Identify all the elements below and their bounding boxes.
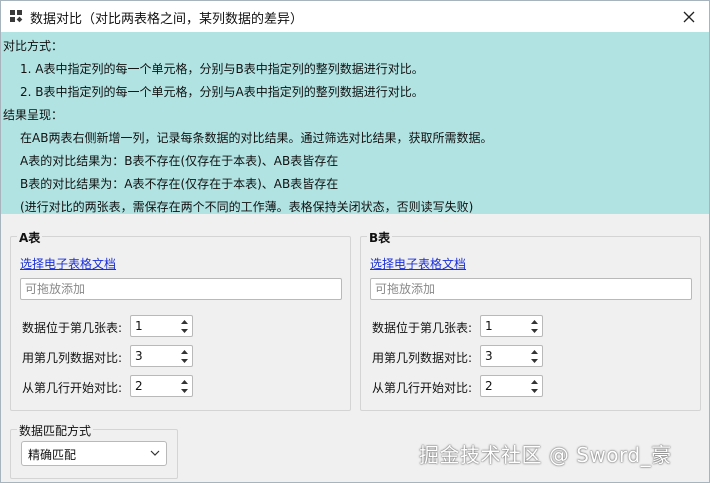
table-b-sheet-up-button[interactable] <box>527 317 541 326</box>
watermark: 掘金技术社区 @ Sword_豪 <box>419 443 672 467</box>
table-b-sheet-stepper[interactable]: 1 <box>480 315 543 337</box>
table-b-column-label: 用第几列数据对比: <box>372 351 473 365</box>
result-line-3: B表的对比结果为：A表不存在(仅存在于本表)、AB表皆存在 <box>20 177 339 191</box>
description-panel: 对比方式： 1. A表中指定列的每一个单元格，分别与B表中指定列的整列数据进行对… <box>1 32 709 214</box>
table-b-drop-input[interactable] <box>370 278 692 300</box>
close-icon <box>683 11 695 22</box>
compare-heading: 对比方式： <box>3 39 64 53</box>
compare-line-1: 1. A表中指定列的每一个单元格，分别与B表中指定列的整列数据进行对比。 <box>20 62 424 76</box>
title-bar: 数据对比（对比两表格之间，某列数据的差异） <box>1 1 709 32</box>
table-a-sheet-label: 数据位于第几张表: <box>22 321 123 335</box>
table-a-sheet-stepper[interactable]: 1 <box>130 315 193 337</box>
table-a-column-down-button[interactable] <box>177 356 191 365</box>
table-a-column-value: 3 <box>135 349 143 363</box>
table-b-row-up-button[interactable] <box>527 377 541 386</box>
match-mode-value: 精确匹配 <box>28 448 77 462</box>
caret-up-icon <box>530 319 538 324</box>
table-a-sheet-down-button[interactable] <box>177 326 191 335</box>
table-a-drop-input[interactable] <box>20 278 342 300</box>
table-a-sheet-up-button[interactable] <box>177 317 191 326</box>
table-a-sheet-value: 1 <box>135 319 143 333</box>
caret-down-icon <box>180 358 188 363</box>
table-a-column-label: 用第几列数据对比: <box>22 351 123 365</box>
table-b-column-value: 3 <box>485 349 493 363</box>
caret-down-icon <box>530 388 538 393</box>
chevron-down-icon <box>150 450 160 456</box>
table-b-row-stepper[interactable]: 2 <box>480 375 543 397</box>
table-b-sheet-down-button[interactable] <box>527 326 541 335</box>
app-icon <box>10 10 23 23</box>
window-title: 数据对比（对比两表格之间，某列数据的差异） <box>30 12 304 27</box>
table-b-column-down-button[interactable] <box>527 356 541 365</box>
caret-down-icon <box>530 358 538 363</box>
table-b-row-down-button[interactable] <box>527 386 541 395</box>
result-heading: 结果呈现： <box>3 108 64 122</box>
table-a-row-label: 从第几行开始对比: <box>22 381 123 395</box>
table-a-row-down-button[interactable] <box>177 386 191 395</box>
caret-down-icon <box>180 328 188 333</box>
table-a-select-file-link[interactable]: 选择电子表格文档 <box>20 255 116 272</box>
result-line-4: (进行对比的两张表，需保存在两个不同的工作薄。表格保持关闭状态，否则读写失败) <box>20 200 474 214</box>
table-a-title: A表 <box>17 229 43 246</box>
table-b-select-file-link[interactable]: 选择电子表格文档 <box>370 255 466 272</box>
caret-up-icon <box>180 379 188 384</box>
caret-up-icon <box>530 379 538 384</box>
caret-up-icon <box>180 319 188 324</box>
table-a-row-value: 2 <box>135 379 143 393</box>
table-a-row-up-button[interactable] <box>177 377 191 386</box>
table-b-group: B表 选择电子表格文档 数据位于第几张表: 1 用第几列数据对比: 3 <box>360 229 701 411</box>
caret-down-icon <box>530 328 538 333</box>
data-compare-window: 数据对比（对比两表格之间，某列数据的差异） 对比方式： 1. A表中指定列的每一… <box>0 0 710 483</box>
caret-down-icon <box>180 388 188 393</box>
table-a-group: A表 选择电子表格文档 数据位于第几张表: 1 用第几列数据对比: 3 <box>10 229 351 411</box>
caret-up-icon <box>530 349 538 354</box>
result-line-1: 在AB两表右侧新增一列，记录每条数据的对比结果。通过筛选对比结果，获取所需数据。 <box>20 131 493 145</box>
result-line-2: A表的对比结果为：B表不存在(仅存在于本表)、AB表皆存在 <box>20 154 339 168</box>
table-b-sheet-label: 数据位于第几张表: <box>372 321 473 335</box>
table-a-column-up-button[interactable] <box>177 347 191 356</box>
table-a-row-stepper[interactable]: 2 <box>130 375 193 397</box>
table-b-column-stepper[interactable]: 3 <box>480 345 543 367</box>
table-b-column-up-button[interactable] <box>527 347 541 356</box>
table-b-row-value: 2 <box>485 379 493 393</box>
table-b-sheet-value: 1 <box>485 319 493 333</box>
match-mode-title: 数据匹配方式 <box>17 422 94 439</box>
close-button[interactable] <box>669 1 709 32</box>
table-a-column-stepper[interactable]: 3 <box>130 345 193 367</box>
table-b-title: B表 <box>367 229 393 246</box>
caret-up-icon <box>180 349 188 354</box>
table-b-row-label: 从第几行开始对比: <box>372 381 473 395</box>
compare-line-2: 2. B表中指定列的每一个单元格，分别与A表中指定列的整列数据进行对比。 <box>20 85 424 99</box>
match-mode-select[interactable]: 精确匹配 <box>21 441 167 466</box>
